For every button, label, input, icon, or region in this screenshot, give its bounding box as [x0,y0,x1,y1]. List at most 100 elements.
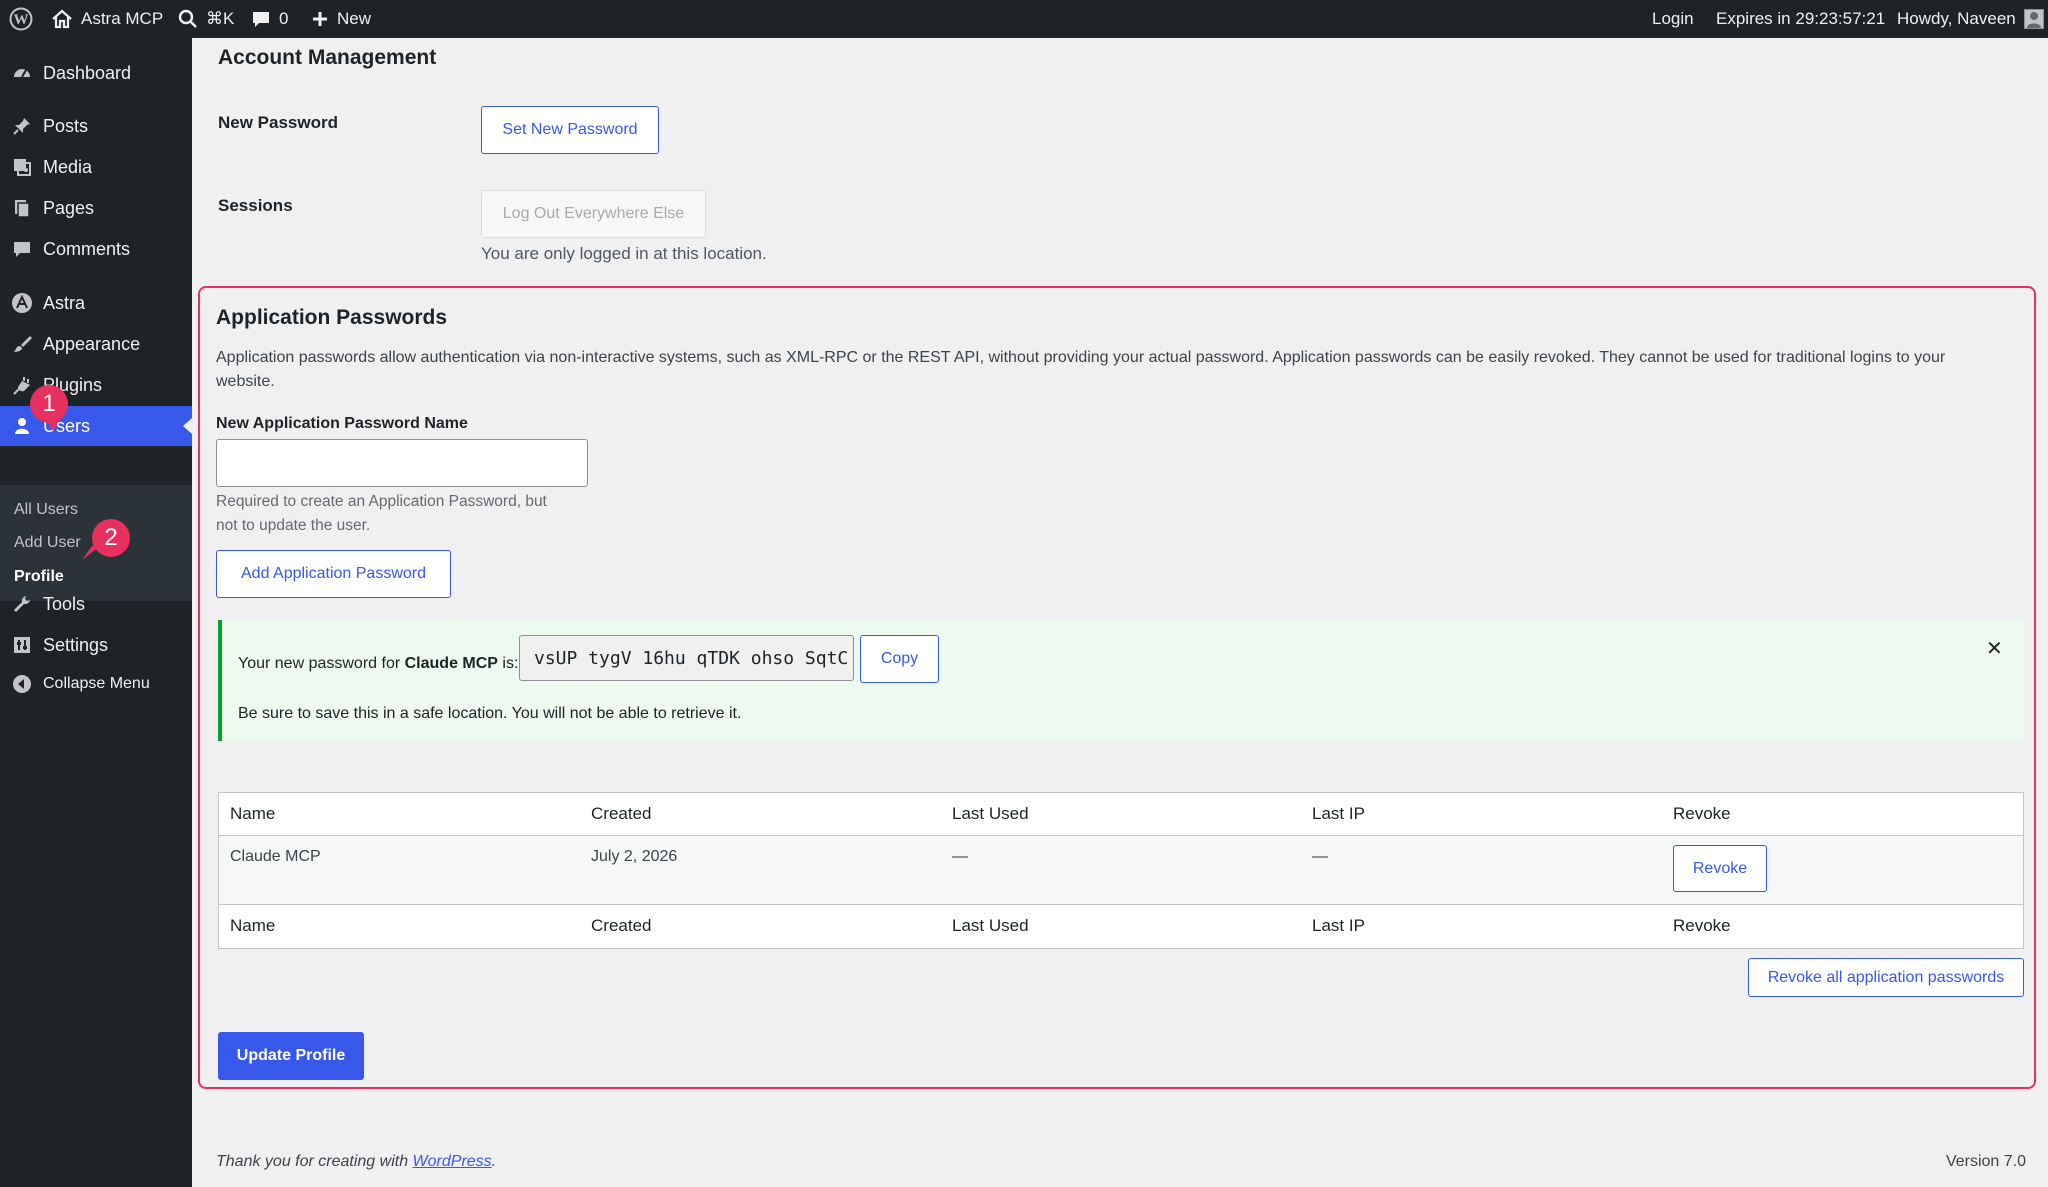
column-header-created: Created [591,804,652,823]
menu-item-media[interactable]: Media [0,147,192,187]
menu-label: Appearance [43,333,141,354]
submenu-all-users[interactable]: All Users [14,501,78,519]
new-label: New [337,9,372,28]
login-label: Login [1652,9,1694,28]
new-password-label: New Password [218,113,338,132]
new-app-password-name-input[interactable] [216,439,588,487]
main-content: Account Management New Password Set New … [192,38,2048,1187]
menu-item-astra[interactable]: Astra [0,283,192,323]
site-name: Astra MCP [81,9,164,28]
menu-item-comments[interactable]: Comments [0,229,192,269]
generated-password-field[interactable]: vsUP tygV 16hu qTDK ohso SqtC [519,635,854,681]
annotation-badge-1: 1 [30,385,68,423]
notice-prefix: Your new password for [238,655,401,672]
comments-count: 0 [279,9,289,28]
my-account-link[interactable]: Howdy, Naveen [1897,0,2044,38]
svg-text:W: W [14,12,29,28]
log-out-everywhere-button[interactable]: Log Out Everywhere Else [481,190,706,238]
cell-last-ip: — [1312,848,1328,865]
howdy-text: Howdy, Naveen [1897,9,2016,28]
wordpress-link[interactable]: WordPress [413,1153,492,1170]
search-icon [178,9,197,28]
command-search[interactable]: ⌘K [178,0,234,38]
column-header-name: Name [230,804,276,823]
wrench-icon [11,593,33,615]
badge-number: 2 [104,524,118,551]
submenu-add-user[interactable]: Add User [14,534,81,552]
media-icon [11,156,33,178]
avatar [2023,9,2044,29]
revoke-all-button[interactable]: Revoke all application passwords [1748,958,2024,997]
menu-label: Collapse Menu [43,675,150,692]
menu-item-plugins[interactable]: Plugins [0,365,192,405]
update-profile-button[interactable]: Update Profile [218,1032,364,1080]
menu-item-dashboard[interactable]: Dashboard [0,53,192,93]
dismiss-notice-button[interactable]: ✕ [1986,636,2003,661]
comment-icon [11,238,33,260]
user-icon [11,415,33,437]
login-link[interactable]: Login [1652,0,1694,38]
home-icon [52,9,72,29]
collapse-icon [11,673,33,695]
admin-sidebar: Dashboard Posts Media Pages Comments Ast… [0,38,192,1187]
column-header-last-ip: Last IP [1312,804,1365,823]
new-app-password-name-label: New Application Password Name [216,415,468,432]
description-line: website. [216,373,275,390]
application-passwords-description: Application passwords allow authenticati… [216,346,2016,394]
menu-item-settings[interactable]: Settings [0,625,192,665]
dashboard-icon [11,62,33,84]
expires-indicator: Expires in 29:23:57:21 [1716,0,1885,38]
menu-item-posts[interactable]: Posts [0,106,192,146]
cell-last-used: — [952,848,968,865]
table-row: Claude MCP July 2, 2026 — — Revoke [219,836,2023,905]
notice-suffix: is: [502,655,519,672]
pin-icon [11,115,33,137]
application-passwords-heading: Application Passwords [216,306,448,329]
site-name-link[interactable]: Astra MCP [51,0,163,38]
cell-created: July 2, 2026 [591,848,678,865]
menu-label: Dashboard [43,62,132,83]
menu-item-users[interactable]: Users [0,406,192,446]
column-footer-name: Name [230,916,276,935]
astra-icon [11,292,33,314]
menu-label: Tools [43,593,86,614]
plugin-icon [11,374,33,396]
wordpress-logo-icon[interactable]: W [9,0,33,38]
set-new-password-button[interactable]: Set New Password [481,106,659,154]
comments-link[interactable]: 0 [251,0,288,38]
footer-version: Version 7.0 [1945,1153,2026,1170]
badge-number: 1 [42,390,56,417]
pages-icon [11,197,33,219]
column-header-revoke: Revoke [1673,804,1731,823]
search-shortcut: ⌘K [206,9,235,28]
footer-thanks-suffix: . [491,1153,497,1170]
column-footer-revoke: Revoke [1673,916,1731,935]
copy-password-button[interactable]: Copy [860,635,939,683]
menu-item-pages[interactable]: Pages [0,188,192,228]
footer-thanks-prefix: Thank you for creating with [216,1153,409,1170]
revoke-button[interactable]: Revoke [1673,845,1767,892]
current-menu-arrow [183,418,192,434]
menu-label: Astra [43,292,86,313]
collapse-menu-button[interactable]: Collapse Menu [0,664,192,704]
menu-item-appearance[interactable]: Appearance [0,324,192,364]
footer-thanks: Thank you for creating with WordPress. [216,1153,496,1171]
sessions-description: You are only logged in at this location. [481,244,767,263]
menu-label: Settings [43,634,109,655]
table-header-row: Name Created Last Used Last IP Revoke [219,793,2023,836]
new-content-link[interactable]: New [311,0,371,38]
add-application-password-button[interactable]: Add Application Password [216,550,451,598]
notice-message: Your new password for Claude MCP is: [238,655,518,673]
new-app-password-help: Required to create an Application Passwo… [216,490,547,538]
badge-pointer [46,419,60,431]
menu-item-tools[interactable]: Tools [0,584,192,624]
cell-name: Claude MCP [230,848,321,865]
help-line: not to update the user. [216,517,371,534]
new-password-notice: Your new password for Claude MCP is: vsU… [218,620,2024,741]
application-passwords-table: Name Created Last Used Last IP Revoke Cl… [218,792,2024,949]
comment-icon [253,12,269,27]
column-footer-created: Created [591,916,652,935]
expires-text: Expires in 29:23:57:21 [1716,9,1886,28]
column-footer-last-used: Last Used [952,916,1029,935]
admin-bar: W Astra MCP ⌘K 0 New Login Expires in 29… [0,0,2048,38]
